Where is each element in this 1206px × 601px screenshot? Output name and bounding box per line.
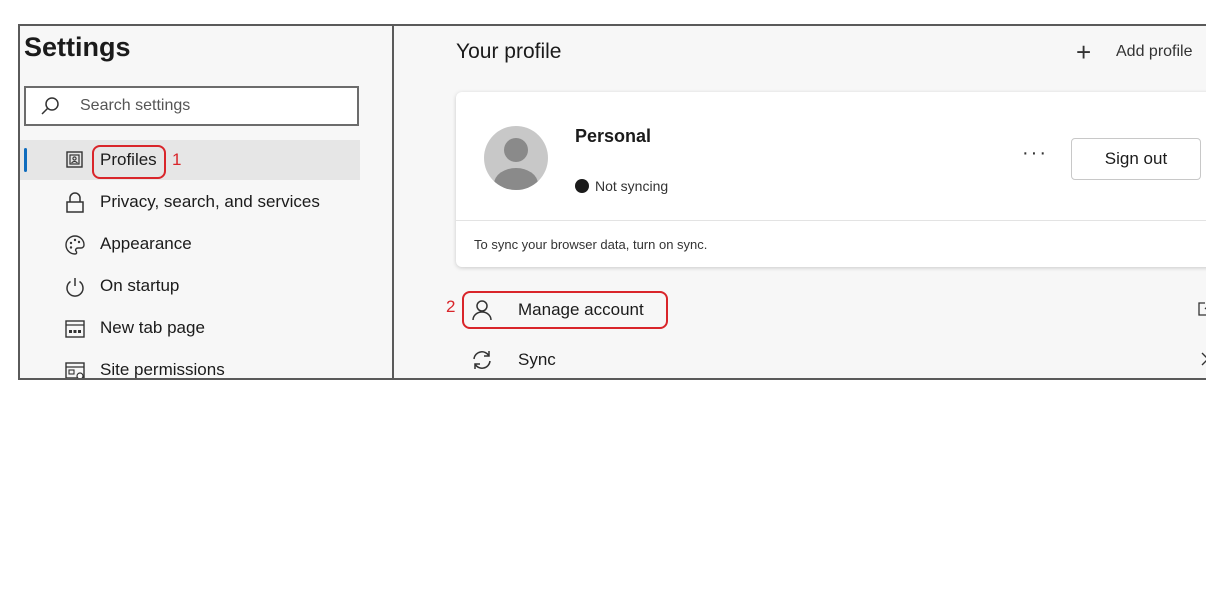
external-link-icon xyxy=(1198,302,1206,316)
new-tab-icon xyxy=(65,320,85,338)
add-profile-button[interactable]: + Add profile xyxy=(1076,38,1206,68)
card-divider xyxy=(456,220,1206,221)
profile-name: Personal xyxy=(575,126,652,146)
sidebar-item-new-tab-page[interactable]: New tab page xyxy=(20,308,360,348)
annotation-number-1: 1 xyxy=(172,150,182,169)
sidebar-item-appearance[interactable]: Appearance xyxy=(20,224,360,264)
plus-icon: + xyxy=(1076,37,1092,67)
more-options-button[interactable]: ··· xyxy=(1022,142,1048,165)
sync-status: Not syncing xyxy=(575,178,668,194)
sidebar-item-label: Appearance xyxy=(100,234,192,253)
search-placeholder: Search settings xyxy=(80,97,191,114)
sidebar-item-label: Site permissions xyxy=(100,360,225,379)
profile-panel: Your profile + Add profile Personal Not … xyxy=(394,26,1206,378)
sign-out-button[interactable]: Sign out xyxy=(1071,138,1201,180)
power-icon xyxy=(66,278,84,297)
sidebar-item-label: On startup xyxy=(100,276,180,295)
search-icon xyxy=(41,97,59,115)
annotation-number-2: 2 xyxy=(446,297,456,316)
chevron-right-icon xyxy=(1201,352,1206,366)
active-indicator xyxy=(24,148,27,172)
settings-window: Settings Search settings Profiles Privac… xyxy=(18,24,1206,380)
sidebar-item-profiles[interactable]: Profiles xyxy=(20,140,360,180)
settings-sidebar: Settings Search settings Profiles Privac… xyxy=(20,26,392,378)
profile-card: Personal Not syncing ··· Sign out To syn… xyxy=(456,92,1206,267)
sync-label: Sync xyxy=(518,350,556,369)
sidebar-item-label: New tab page xyxy=(100,318,205,337)
sync-icon xyxy=(473,351,491,369)
search-input[interactable]: Search settings xyxy=(24,86,359,126)
sidebar-item-site-permissions[interactable]: Site permissions xyxy=(20,350,360,379)
lock-icon xyxy=(66,192,84,213)
avatar xyxy=(484,126,548,190)
annotation-highlight-profiles xyxy=(92,145,166,179)
page-title: Your profile xyxy=(456,40,562,63)
sidebar-item-on-startup[interactable]: On startup xyxy=(20,266,360,306)
sync-row[interactable]: Sync xyxy=(456,338,1206,378)
sidebar-item-privacy[interactable]: Privacy, search, and services xyxy=(20,182,360,222)
add-profile-label: Add profile xyxy=(1116,43,1193,60)
avatar-person-icon xyxy=(494,138,538,190)
palette-icon xyxy=(65,235,85,255)
settings-title: Settings xyxy=(24,32,131,62)
sync-status-text: Not syncing xyxy=(595,178,669,194)
sidebar-item-label: Privacy, search, and services xyxy=(100,192,320,211)
sync-off-icon xyxy=(575,179,589,193)
annotation-highlight-manage-account xyxy=(462,291,668,329)
sync-hint: To sync your browser data, turn on sync. xyxy=(474,237,708,252)
site-permissions-icon xyxy=(65,362,85,378)
profile-card-icon xyxy=(66,151,83,168)
